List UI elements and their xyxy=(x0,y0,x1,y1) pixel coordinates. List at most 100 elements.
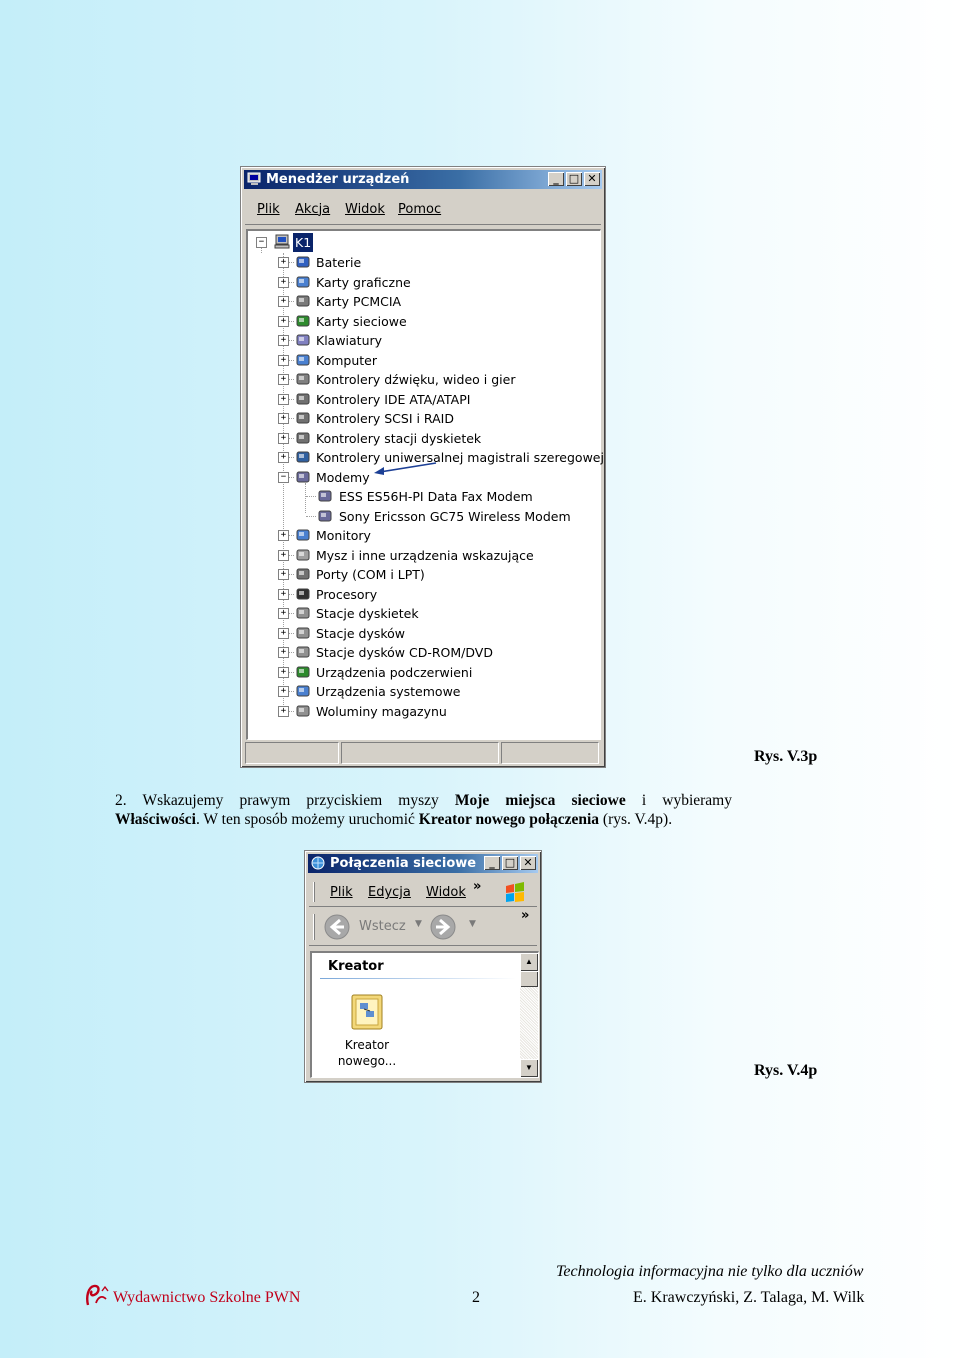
status-bar xyxy=(245,742,601,764)
tree-child-item[interactable]: ESS ES56H-PI Data Fax Modem xyxy=(339,487,533,506)
expand-toggle[interactable]: + xyxy=(278,394,289,405)
tree-item[interactable]: Porty (COM i LPT) xyxy=(316,565,425,584)
forward-dropdown-icon[interactable]: ▼ xyxy=(469,919,476,929)
tree-item[interactable]: Karty graficzne xyxy=(316,273,411,292)
expand-toggle[interactable]: + xyxy=(278,433,289,444)
authors: E. Krawczyński, Z. Talaga, M. Wilk xyxy=(633,1289,865,1306)
toolbar-2: Wstecz ▼ ▼ » xyxy=(309,908,537,946)
forward-arrow-icon[interactable] xyxy=(430,914,456,940)
menu-pomoc[interactable]: Pomoc xyxy=(398,202,441,217)
tree-item[interactable]: Kontrolery uniwersalnej magistrali szere… xyxy=(316,448,604,467)
paragraph-segment: . W ten sposób możemy uruchomić xyxy=(195,811,419,828)
paragraph-segment: i wybieramy xyxy=(625,792,732,809)
paragraph-segment: Właściwości xyxy=(115,811,196,828)
scroll-down-button[interactable]: ▼ xyxy=(520,1059,538,1077)
menu-widok[interactable]: Widok xyxy=(345,202,385,217)
expand-toggle[interactable]: + xyxy=(278,413,289,424)
expand-toggle[interactable]: + xyxy=(278,569,289,580)
tree-item[interactable]: Karty sieciowe xyxy=(316,312,407,331)
expand-toggle[interactable]: + xyxy=(278,686,289,697)
expand-toggle[interactable]: + xyxy=(278,277,289,288)
battery-icon xyxy=(296,256,310,268)
menu-akcja[interactable]: Akcja xyxy=(295,202,330,217)
new-connection-wizard-item[interactable]: Kreator nowego... xyxy=(322,993,412,1073)
tree-item[interactable]: Procesory xyxy=(316,585,377,604)
expand-toggle[interactable]: + xyxy=(278,257,289,268)
expand-toggle[interactable]: + xyxy=(278,647,289,658)
tree-item[interactable]: Stacje dyskietek xyxy=(316,604,419,623)
figure-caption-2: Rys. V.4p xyxy=(754,1062,818,1079)
status-cell-3 xyxy=(501,742,599,764)
tree-item[interactable]: Komputer xyxy=(316,351,377,370)
floppy-drive-icon xyxy=(296,607,310,619)
tree-item[interactable]: Kontrolery SCSI i RAID xyxy=(316,409,454,428)
toolbar-chevron[interactable]: » xyxy=(521,908,529,923)
tree-item[interactable]: Monitory xyxy=(316,526,371,545)
tree-item[interactable]: Mysz i inne urządzenia wskazujące xyxy=(316,546,534,565)
cdrom-icon xyxy=(296,646,310,658)
window-title-2: Połączenia sieciowe xyxy=(330,856,477,871)
wizard-icon xyxy=(351,994,383,1030)
minimize-button-2[interactable]: _ xyxy=(484,856,500,870)
tree-item[interactable]: Stacje dysków xyxy=(316,624,405,643)
close-button-2[interactable]: ✕ xyxy=(520,856,536,870)
modem-device-icon xyxy=(318,510,332,522)
expand-toggle[interactable]: + xyxy=(278,667,289,678)
annotation-arrow xyxy=(374,462,437,475)
menu-widok-2[interactable]: Widok xyxy=(426,885,466,900)
back-arrow-icon[interactable] xyxy=(324,914,350,940)
port-icon xyxy=(296,568,310,580)
expand-toggle[interactable]: + xyxy=(278,316,289,327)
maximize-button-2[interactable]: □ xyxy=(502,856,518,870)
menu-edycja[interactable]: Edycja xyxy=(368,885,411,900)
tree-item[interactable]: Kontrolery dźwięku, wideo i gier xyxy=(316,370,515,389)
tree-child-item[interactable]: Sony Ericsson GC75 Wireless Modem xyxy=(339,507,571,526)
infrared-icon xyxy=(296,666,310,678)
expand-toggle[interactable]: + xyxy=(278,589,289,600)
scroll-thumb[interactable] xyxy=(520,971,538,987)
tree-item[interactable]: Kontrolery IDE ATA/ATAPI xyxy=(316,390,470,409)
expand-toggle[interactable]: + xyxy=(278,628,289,639)
device-manager-window: Menedżer urządzeń _ □ ✕ Plik Akcja Widok… xyxy=(240,166,606,768)
root-node[interactable]: K1 xyxy=(291,232,315,253)
tree-item[interactable]: Urządzenia podczerwieni xyxy=(316,663,472,682)
tree-item[interactable]: Baterie xyxy=(316,253,361,272)
modem-icon xyxy=(296,471,310,483)
tree-item[interactable]: Stacje dysków CD-ROM/DVD xyxy=(316,643,493,662)
scroll-up-button[interactable]: ▲ xyxy=(520,953,538,971)
minimize-button[interactable]: _ xyxy=(548,172,564,186)
close-button[interactable]: ✕ xyxy=(584,172,600,186)
expand-toggle[interactable]: + xyxy=(278,296,289,307)
tree-item[interactable]: Urządzenia systemowe xyxy=(316,682,460,701)
book-title: Technologia informacyjna nie tylko dla u… xyxy=(556,1263,864,1280)
expand-toggle[interactable]: + xyxy=(278,452,289,463)
vertical-scrollbar[interactable]: ▲ ▼ xyxy=(520,953,538,1077)
menu-plik-2[interactable]: Plik xyxy=(330,885,353,900)
title-bar: Menedżer urządzeń _ □ ✕ xyxy=(244,170,602,189)
tree-item[interactable]: Karty PCMCIA xyxy=(316,292,401,311)
wizard-label-line2: nowego... xyxy=(337,1054,397,1068)
expand-toggle[interactable]: + xyxy=(278,355,289,366)
expand-toggle[interactable]: + xyxy=(278,335,289,346)
group-header: Kreator xyxy=(328,959,384,974)
tree-item[interactable]: Modemy xyxy=(316,468,370,487)
back-label[interactable]: Wstecz xyxy=(359,919,406,934)
menu-chevron[interactable]: » xyxy=(473,879,481,894)
wizard-label-line1: Kreator xyxy=(344,1038,390,1052)
expand-toggle[interactable]: + xyxy=(278,706,289,717)
window-title: Menedżer urządzeń xyxy=(266,172,410,187)
expand-toggle[interactable]: + xyxy=(278,608,289,619)
tree-item[interactable]: Kontrolery stacji dyskietek xyxy=(316,429,481,448)
back-dropdown-icon[interactable]: ▼ xyxy=(415,919,422,929)
menu-plik[interactable]: Plik xyxy=(257,202,280,217)
device-manager-icon xyxy=(247,172,261,185)
expand-toggle[interactable]: + xyxy=(278,374,289,385)
collapse-root-toggle[interactable]: − xyxy=(256,237,267,248)
collapse-toggle[interactable]: − xyxy=(278,472,289,483)
expand-toggle[interactable]: + xyxy=(278,530,289,541)
maximize-button[interactable]: □ xyxy=(566,172,582,186)
content-pane: Kreator Kreator nowego... ▲ ▼ xyxy=(310,951,539,1078)
expand-toggle[interactable]: + xyxy=(278,550,289,561)
tree-item[interactable]: Woluminy magazynu xyxy=(316,702,447,721)
tree-item[interactable]: Klawiatury xyxy=(316,331,382,350)
